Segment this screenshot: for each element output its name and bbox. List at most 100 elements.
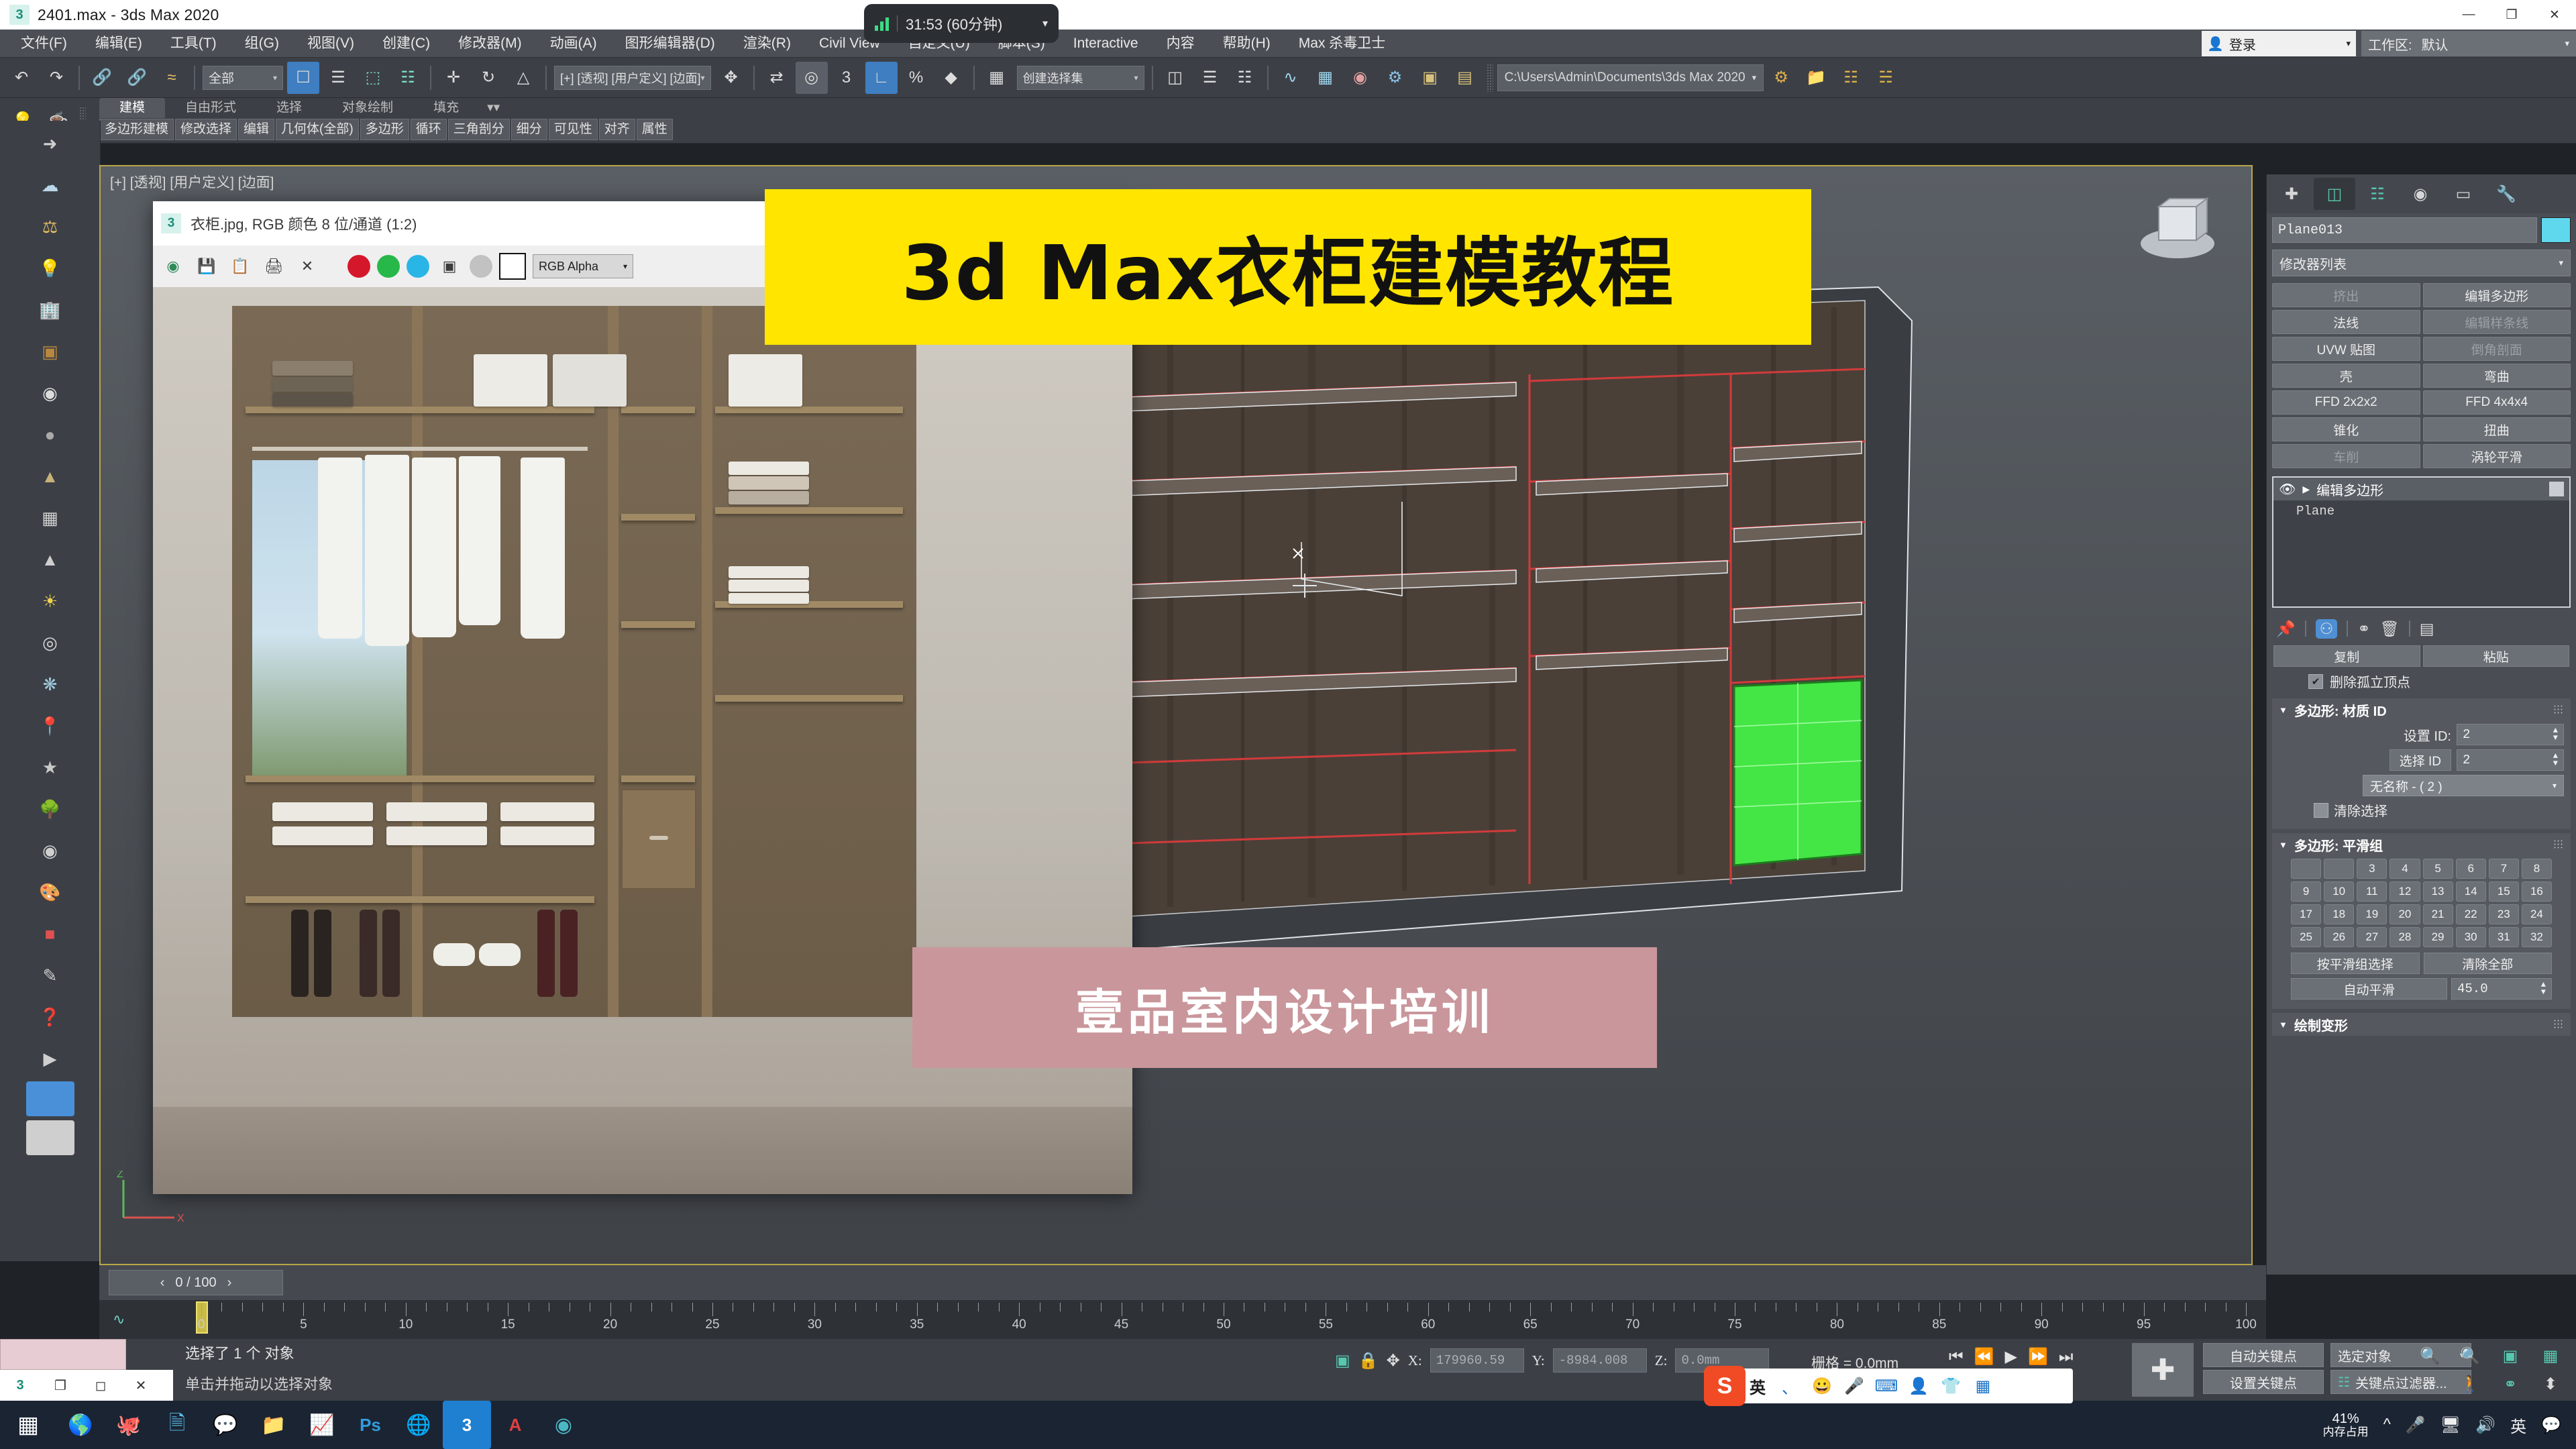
3dsmax-icon[interactable]: 3 xyxy=(443,1401,491,1449)
sg-cell[interactable]: 8 xyxy=(2521,859,2552,879)
menu-graph-editors[interactable]: 图形编辑器(D) xyxy=(611,30,729,58)
next-frame-icon[interactable]: ⏩ xyxy=(2028,1347,2048,1366)
ime-language-label[interactable]: 英 xyxy=(1743,1371,1772,1401)
smiley-icon[interactable]: 😀 xyxy=(1807,1371,1837,1401)
sg-cell[interactable]: 5 xyxy=(2422,859,2453,879)
zoom-region-icon[interactable]: ▦ xyxy=(2532,1343,2569,1368)
maxscript-mini-listener[interactable] xyxy=(0,1339,126,1370)
paste-button[interactable]: 粘贴 xyxy=(2422,645,2569,667)
sg-cell[interactable]: 6 xyxy=(2455,859,2486,879)
alpha-channel-icon[interactable]: ▣ xyxy=(436,253,463,280)
material-name-combo[interactable]: 无名称 - ( 2 ) ▾ xyxy=(2363,775,2564,796)
select-id-button[interactable]: 选择 ID xyxy=(2389,749,2451,771)
hierarchy-tab-icon[interactable]: ☷ xyxy=(2357,178,2398,210)
named-selection-sets-combo[interactable]: 创建选择集 ▾ xyxy=(1016,65,1144,90)
collapse-triangle-icon[interactable]: ▼ xyxy=(2279,840,2288,850)
select-by-smoothing-group-button[interactable]: 按平滑组选择 xyxy=(2291,953,2420,974)
grid-swatch-icon[interactable] xyxy=(25,1120,74,1155)
walkthrough-icon[interactable]: 🚶 xyxy=(2451,1371,2489,1397)
modifier-lathe-button[interactable]: 车削 xyxy=(2272,444,2420,468)
autocad-icon[interactable]: A xyxy=(491,1401,539,1449)
menu-rendering[interactable]: 渲染(R) xyxy=(729,30,805,58)
modifier-stack-base[interactable]: Plane xyxy=(2273,500,2569,522)
sg-cell[interactable] xyxy=(2324,859,2355,879)
rendered-frame-window-icon[interactable]: ▣ xyxy=(1414,62,1446,94)
play-animation-icon[interactable]: ▶ xyxy=(2005,1347,2017,1366)
channel-select[interactable]: RGB Alpha ▾ xyxy=(533,254,633,278)
browser-icon[interactable]: 🌐 xyxy=(394,1401,443,1449)
modifier-edit-poly-button[interactable]: 编辑多边形 xyxy=(2422,283,2571,307)
modifier-ffd-4x4x4-button[interactable]: FFD 4x4x4 xyxy=(2422,390,2571,415)
shapes-icon[interactable]: ▲ xyxy=(32,458,69,495)
restore-icon[interactable]: ❐ xyxy=(40,1370,80,1401)
absolute-mode-icon[interactable]: ✥ xyxy=(1387,1351,1400,1371)
modifier-ffd-2x2x2-button[interactable]: FFD 2x2x2 xyxy=(2272,390,2420,415)
grid-icon[interactable]: ▦ xyxy=(32,499,69,537)
sg-cell[interactable]: 12 xyxy=(2390,881,2420,902)
sg-cell[interactable]: 29 xyxy=(2422,927,2453,947)
sg-cell[interactable]: 17 xyxy=(2291,904,2322,924)
microphone-icon[interactable]: 🎤 xyxy=(1839,1371,1869,1401)
notes-icon[interactable]: ✎ xyxy=(32,957,69,994)
sg-cell[interactable]: 28 xyxy=(2390,927,2420,947)
chevron-down-icon[interactable]: ▾ xyxy=(2553,781,2557,790)
clear-all-button[interactable]: 清除全部 xyxy=(2423,953,2552,974)
set-keys-button[interactable]: ✚ xyxy=(2132,1343,2194,1397)
panel-properties[interactable]: 属性 xyxy=(636,119,673,140)
sg-cell[interactable]: 19 xyxy=(2357,904,2387,924)
prev-frame-icon[interactable]: ‹ xyxy=(160,1275,165,1291)
next-frame-icon[interactable]: › xyxy=(227,1275,232,1291)
edge-icon[interactable]: 🌎 xyxy=(56,1401,105,1449)
ime-punctuation-icon[interactable]: 、 xyxy=(1775,1371,1805,1401)
modifier-turbosmooth-button[interactable]: 涡轮平滑 xyxy=(2422,444,2571,468)
sg-cell[interactable]: 10 xyxy=(2324,881,2355,902)
curve-editor-icon[interactable]: ∿ xyxy=(113,1311,125,1328)
coord-x-field[interactable]: 179960.59 xyxy=(1430,1348,1524,1373)
menu-edit[interactable]: 编辑(E) xyxy=(81,30,156,58)
apps-icon[interactable]: ▦ xyxy=(1968,1371,1998,1401)
percent-snap-icon[interactable]: % xyxy=(900,62,932,94)
select-by-name-icon[interactable]: ☰ xyxy=(322,62,354,94)
project-settings-icon[interactable]: ⚙ xyxy=(1765,62,1797,94)
viewcube-icon[interactable] xyxy=(2131,193,2224,280)
sg-cell[interactable]: 22 xyxy=(2455,904,2486,924)
chevron-down-icon[interactable]: ▾ xyxy=(1134,73,1138,83)
panel-edit[interactable]: 编辑 xyxy=(238,119,275,140)
undo-icon[interactable]: ↶ xyxy=(5,62,38,94)
notifications-icon[interactable]: 💬 xyxy=(2541,1415,2561,1435)
modifier-taper-button[interactable]: 锥化 xyxy=(2272,417,2420,441)
explorer-icon[interactable]: 🗎 xyxy=(153,1401,201,1449)
panel-visibility[interactable]: 可见性 xyxy=(548,119,598,140)
sg-cell[interactable]: 3 xyxy=(2357,859,2387,879)
panel-subdivision[interactable]: 细分 xyxy=(511,119,547,140)
cloud-icon[interactable]: ☁ xyxy=(32,166,69,204)
auto-smooth-spinner[interactable]: 45.0 ▲ ▼ xyxy=(2451,978,2552,1000)
sogou-ime-logo[interactable]: S xyxy=(1704,1366,1746,1406)
sphere-icon[interactable]: ◉ xyxy=(32,374,69,412)
pan-icon[interactable]: ☞ xyxy=(2411,1371,2449,1397)
sg-cell[interactable]: 18 xyxy=(2324,904,2355,924)
modifier-uvw-map-button[interactable]: UVW 贴图 xyxy=(2272,337,2420,361)
building-icon[interactable]: 🏢 xyxy=(32,291,69,329)
sg-cell[interactable] xyxy=(2291,859,2322,879)
chevron-down-icon[interactable]: ▾ xyxy=(2559,258,2563,268)
tree-icon[interactable]: 🌳 xyxy=(32,790,69,828)
close-button[interactable]: ✕ xyxy=(2533,0,2576,30)
drag-handle-icon[interactable] xyxy=(2553,839,2564,850)
chevron-down-icon[interactable]: ▾ xyxy=(623,262,627,271)
sg-cell[interactable]: 15 xyxy=(2488,881,2519,902)
bind-to-space-warp-icon[interactable]: ≈ xyxy=(156,62,188,94)
display-tab-icon[interactable]: ▭ xyxy=(2443,178,2484,210)
print-icon[interactable]: 🖨 xyxy=(260,253,287,280)
menu-content[interactable]: 内容 xyxy=(1152,30,1209,58)
use-pivot-point-center-icon[interactable]: ✥ xyxy=(715,62,747,94)
maximize-button[interactable]: ❐ xyxy=(2490,0,2533,30)
menu-max-antivirus[interactable]: Max 杀毒卫士 xyxy=(1285,30,1400,58)
menu-interactive[interactable]: Interactive xyxy=(1059,30,1152,58)
tab-object-paint[interactable]: 对象绘制 xyxy=(322,98,413,118)
sg-cell[interactable]: 32 xyxy=(2521,927,2552,947)
help-icon[interactable]: ❓ xyxy=(32,998,69,1036)
mirror-icon[interactable]: ◫ xyxy=(1159,62,1191,94)
minimize-button[interactable]: — xyxy=(2447,0,2490,30)
close-icon[interactable]: ✕ xyxy=(121,1370,161,1401)
